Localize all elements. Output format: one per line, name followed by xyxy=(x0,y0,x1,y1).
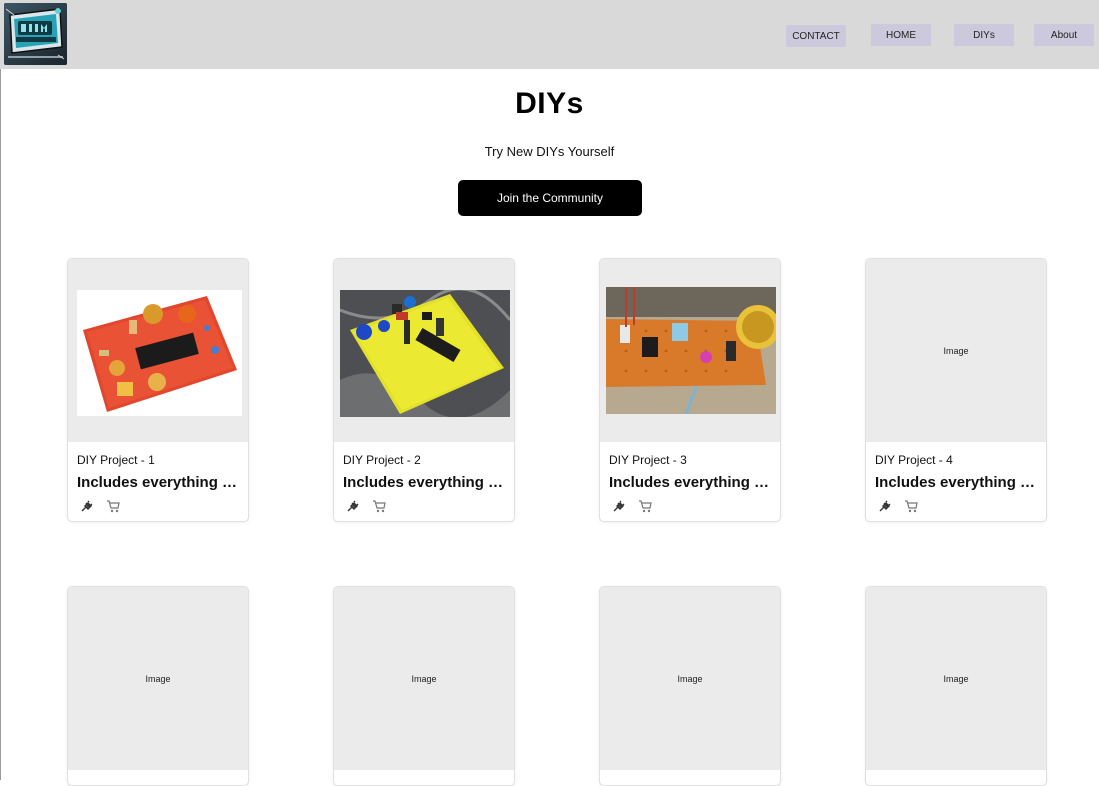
project-image-1 xyxy=(68,259,248,442)
cart-icon[interactable] xyxy=(638,499,652,513)
project-card-5[interactable]: Image xyxy=(67,586,249,786)
project-card-8[interactable]: Image xyxy=(865,586,1047,786)
project-image-3 xyxy=(600,259,780,442)
page-subtitle: Try New DIYs Yourself xyxy=(484,144,615,159)
page-title: DIYs xyxy=(515,87,584,120)
plug-icon[interactable] xyxy=(878,499,892,513)
yellow-pcb-photo xyxy=(340,290,510,417)
project-image-6: Image xyxy=(334,587,514,770)
image-placeholder-text: Image xyxy=(145,673,171,684)
project-card-1[interactable]: DIY Project - 1 Includes everything you … xyxy=(67,258,249,522)
project-image-8: Image xyxy=(866,587,1046,770)
project-description: Includes everything you need xyxy=(875,474,1041,491)
plug-icon[interactable] xyxy=(612,499,626,513)
project-image-7: Image xyxy=(600,587,780,770)
nav-home-button[interactable]: HOME xyxy=(871,24,931,46)
project-label: DIY Project - 1 xyxy=(77,453,155,467)
project-image-2 xyxy=(334,259,514,442)
image-placeholder-text: Image xyxy=(943,673,969,684)
project-card-2[interactable]: DIY Project - 2 Includes everything you … xyxy=(333,258,515,522)
top-navigation-bar: CONTACT HOME DIYs About xyxy=(0,0,1099,69)
plug-icon[interactable] xyxy=(80,499,94,513)
image-placeholder-text: Image xyxy=(677,673,703,684)
cart-icon[interactable] xyxy=(904,499,918,513)
project-label: DIY Project - 2 xyxy=(343,453,421,467)
project-card-6[interactable]: Image xyxy=(333,586,515,786)
image-placeholder-text: Image xyxy=(943,345,969,356)
cart-icon[interactable] xyxy=(372,499,386,513)
page-left-border xyxy=(0,69,1,780)
join-community-button[interactable]: Join the Community xyxy=(458,180,642,216)
cart-icon[interactable] xyxy=(106,499,120,513)
project-label: DIY Project - 3 xyxy=(609,453,687,467)
project-image-5: Image xyxy=(68,587,248,770)
plug-icon[interactable] xyxy=(346,499,360,513)
project-label: DIY Project - 4 xyxy=(875,453,953,467)
red-pcb-photo xyxy=(77,290,242,416)
nav-diys-button[interactable]: DIYs xyxy=(954,24,1014,46)
nav-about-button[interactable]: About xyxy=(1034,24,1094,46)
project-description: Includes everything you need xyxy=(77,474,243,491)
project-card-3[interactable]: DIY Project - 3 Includes everything you … xyxy=(599,258,781,522)
project-description: Includes everything you need xyxy=(343,474,509,491)
image-placeholder-text: Image xyxy=(411,673,437,684)
diy-electronics-logo[interactable] xyxy=(4,3,67,65)
perfboard-photo xyxy=(606,287,776,414)
nav-contact-button[interactable]: CONTACT xyxy=(786,25,846,47)
project-card-7[interactable]: Image xyxy=(599,586,781,786)
project-description: Includes everything you need xyxy=(609,474,775,491)
project-image-4: Image xyxy=(866,259,1046,442)
project-card-4[interactable]: Image DIY Project - 4 Includes everythin… xyxy=(865,258,1047,522)
